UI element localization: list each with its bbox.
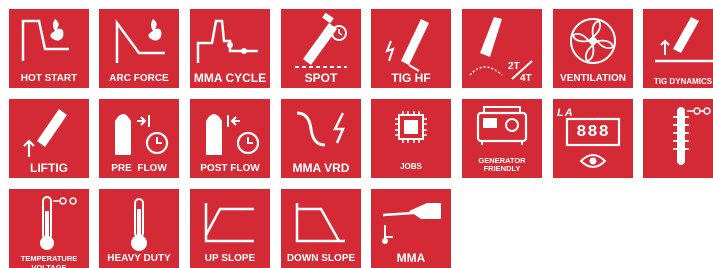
pre-flow-label: PRE FLOW <box>111 163 167 174</box>
heavy-duty-tile: HEAVY DUTY <box>99 189 179 268</box>
ventilation-tile: VENTILATION <box>553 9 633 88</box>
tig-hf-tile: TIG HF <box>371 9 451 88</box>
mma-cycle-tile: MMA CYCLE <box>190 9 270 88</box>
arc-force-label: ARC FORCE <box>109 73 169 84</box>
up-slope-tile: UP SLOPE <box>190 189 270 268</box>
post-flow-tile: POST FLOW <box>190 99 270 178</box>
down-slope-tile: DOWN SLOPE <box>281 189 361 268</box>
down-slope-label: DOWN SLOPE <box>286 253 356 264</box>
up-slope-label: UP SLOPE <box>204 253 256 264</box>
liftig-label: LIFTIG <box>30 161 68 175</box>
arc-force-tile: ARC FORCE <box>99 9 179 88</box>
4t-label: 4T <box>520 73 532 84</box>
jobs-label: JOBS <box>400 162 422 171</box>
temperature-voltage-tile: TEMPERATURE VOLTAGE <box>9 189 89 268</box>
generator-friendly-label: GENERATOR FRIENDLY <box>478 156 526 173</box>
thermometer-valve-tile <box>643 99 713 178</box>
tig-dynamics-tile: TIG DYNAMICS <box>643 9 713 88</box>
jobs-tile: JOBS <box>371 99 451 178</box>
thermometer-valve-icon <box>673 107 711 165</box>
hot-start-tile: HOT START <box>9 9 89 88</box>
mma-vrd-label: MMA VRD <box>292 161 350 175</box>
spot-label: SPOT <box>304 71 338 85</box>
heavy-duty-label: HEAVY DUTY <box>107 253 171 264</box>
spot-tile: SPOT <box>281 9 361 88</box>
ventilation-label: VENTILATION <box>560 73 626 84</box>
mma-vrd-tile: MMA VRD <box>281 99 361 178</box>
two-t-four-t-tile: 2T 4T <box>462 9 542 88</box>
mma-label: MMA <box>396 251 426 265</box>
mma-cycle-label: MMA CYCLE <box>193 71 267 85</box>
mma-tile: MMA <box>371 189 451 268</box>
pre-flow-tile: PRE FLOW <box>99 99 179 178</box>
display-digits: 888 <box>576 123 610 142</box>
generator-friendly-tile: GENERATOR FRIENDLY <box>462 99 542 178</box>
2t-label: 2T <box>508 61 520 72</box>
feature-icon-grid: HOT START ARC FORCE MMA CYCLE SPOT TIG H… <box>9 9 713 268</box>
hot-start-label: HOT START <box>20 73 78 84</box>
post-flow-label: POST FLOW <box>200 163 260 174</box>
display-sub-label: LA <box>557 107 574 119</box>
tig-dynamics-label: TIG DYNAMICS <box>653 76 713 86</box>
display-tile: LA 888 <box>553 99 633 178</box>
liftig-tile: LIFTIG <box>9 99 89 178</box>
tig-hf-label: TIG HF <box>391 71 431 85</box>
